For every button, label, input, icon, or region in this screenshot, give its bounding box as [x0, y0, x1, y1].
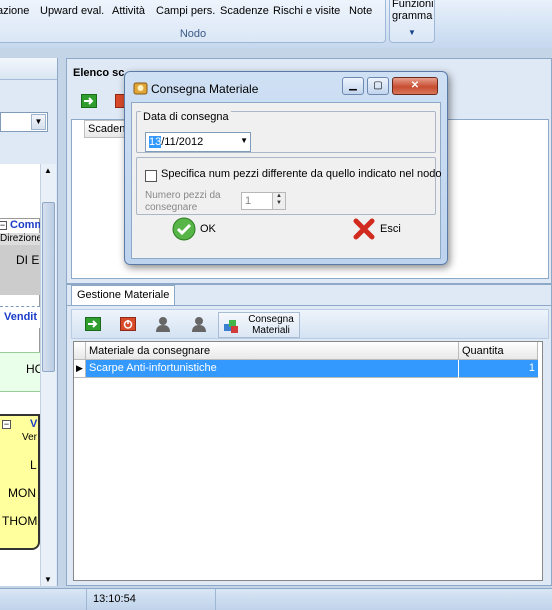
user-icon[interactable]	[154, 315, 172, 333]
row-indicator-icon: ▶	[74, 360, 86, 378]
table-row[interactable]: ▶ Scarpe Anti-infortunistiche 1	[74, 360, 544, 378]
org-node-green[interactable]: HC	[0, 352, 43, 392]
arrow-right-icon[interactable]	[84, 315, 102, 333]
chevron-down-icon[interactable]: ▼	[31, 114, 46, 130]
num-pezzi-value: 1	[245, 195, 252, 207]
num-pezzi-group: Specifica num pezzi differente da quello…	[136, 157, 441, 215]
ribbon-item-scadenze[interactable]: Scadenze	[220, 5, 269, 17]
ok-button[interactable]: OK	[172, 217, 232, 243]
date-rest: /11/2012	[161, 136, 204, 148]
close-icon	[353, 218, 375, 240]
column-header-quantita[interactable]: Quantita	[459, 342, 538, 360]
ribbon-item-azione[interactable]: azione	[0, 5, 29, 17]
data-consegna-group: Data di consegna 13/11/2012 ▼	[136, 111, 436, 153]
user-icon[interactable]	[190, 315, 208, 333]
org-node-vendite[interactable]: Vendit	[0, 306, 40, 328]
chevron-down-icon[interactable]: ▼	[240, 136, 248, 145]
ribbon-item-note[interactable]: Note	[349, 5, 372, 17]
yellow-line-3: THOM	[2, 514, 38, 528]
esci-label: Esci	[380, 223, 401, 235]
column-header-materiale[interactable]: Materiale da consegnare	[86, 342, 459, 360]
cell-materiale[interactable]: Scarpe Anti-infortunistiche	[86, 360, 458, 378]
consegna-materiale-dialog: Consegna Materiale ▁ ▢ ✕ Data di consegn…	[124, 71, 448, 265]
org-node-body: DI E	[0, 245, 41, 295]
ribbon-funzioni-button[interactable]: Funzioni gramma ▼	[389, 0, 435, 43]
consegna-materiali-button[interactable]: Consegna Materiali	[218, 312, 300, 338]
check-icon	[172, 217, 196, 241]
ribbon-item-attivita[interactable]: Attività	[112, 5, 145, 17]
ribbon-item-upward-eval[interactable]: Upward eval.	[40, 5, 104, 17]
spin-icon[interactable]: ▲ ▼	[272, 193, 285, 209]
dialog-app-icon	[133, 82, 148, 95]
ribbon-item-rischi-visite[interactable]: Rischi e visite	[273, 5, 340, 17]
org-node-yellow[interactable]: − V Ver L MON THOM	[0, 414, 40, 550]
yellow-line-2: MON	[8, 486, 36, 500]
ribbon-group-nodo: azione Upward eval. Attività Campi pers.…	[0, 0, 386, 43]
row-header-corner	[74, 342, 86, 360]
esci-button[interactable]: Esci	[352, 217, 412, 243]
minimize-button[interactable]: ▁	[342, 77, 364, 95]
tab-gestione-materiale[interactable]: Gestione Materiale	[71, 285, 176, 305]
org-node[interactable]: − Comm Direzione DI E	[0, 218, 45, 364]
status-time: 13:10:54	[86, 589, 216, 610]
ribbon-group-label: Nodo	[179, 28, 207, 40]
ribbon: azione Upward eval. Attività Campi pers.…	[0, 0, 552, 48]
status-bar: 13:10:54	[0, 588, 552, 610]
yellow-sub: Ver	[22, 432, 38, 443]
dialog-title: Consegna Materiale	[151, 82, 259, 96]
data-consegna-picker[interactable]: 13/11/2012 ▼	[145, 132, 251, 152]
ok-label: OK	[200, 223, 216, 235]
arrow-right-icon[interactable]	[81, 94, 97, 108]
org-node-header: Comm	[10, 219, 45, 231]
yellow-line-1: L	[30, 458, 37, 472]
close-button[interactable]: ✕	[392, 77, 438, 95]
date-day: 13	[149, 136, 162, 148]
materiali-grid[interactable]: Materiale da consegnare Quantita ▶ Scarp…	[73, 341, 543, 581]
power-icon[interactable]	[119, 315, 137, 333]
materials-icon	[224, 320, 238, 333]
tab-underline	[67, 305, 552, 306]
specifica-num-pezzi-label: Specifica num pezzi differente da quello…	[161, 168, 442, 180]
scroll-down-icon[interactable]: ▼	[44, 575, 52, 584]
left-panel: ▼ − Comm Direzione DI E Vendit HC − V Ve…	[0, 58, 58, 586]
org-chart-canvas[interactable]: − Comm Direzione DI E Vendit HC − V Ver …	[0, 164, 45, 586]
elenco-title: Elenco sc	[73, 67, 125, 79]
data-consegna-legend: Data di consegna	[141, 111, 231, 123]
funzioni-label: Funzioni gramma	[392, 0, 434, 22]
vertical-scrollbar[interactable]: ▲ ▼	[40, 164, 56, 586]
num-pezzi-stepper[interactable]: 1 ▲ ▼	[241, 192, 286, 210]
dialog-body: Data di consegna 13/11/2012 ▼ Specifica …	[131, 102, 441, 259]
maximize-button[interactable]: ▢	[367, 77, 389, 95]
yellow-header: V	[30, 418, 38, 430]
left-panel-combo[interactable]: ▼	[0, 112, 48, 132]
cell-quantita[interactable]: 1	[459, 360, 538, 378]
ribbon-item-campi-pers[interactable]: Campi pers.	[156, 5, 215, 17]
gestione-panel: Gestione Materiale Consegna Materiali Ma…	[66, 284, 552, 586]
collapse-icon[interactable]: −	[2, 420, 11, 429]
consegna-materiali-label: Consegna Materiali	[248, 314, 294, 336]
scrollbar-thumb[interactable]	[42, 202, 55, 372]
scroll-up-icon[interactable]: ▲	[44, 166, 52, 175]
chevron-down-icon: ▼	[408, 28, 416, 37]
num-pezzi-label: Numero pezzi da consegnare	[145, 190, 221, 213]
gestione-toolbar: Consegna Materiali	[71, 309, 549, 339]
org-node-sub: Direzione	[0, 233, 42, 245]
specifica-num-pezzi-checkbox[interactable]	[145, 170, 157, 182]
left-panel-header	[0, 58, 57, 80]
